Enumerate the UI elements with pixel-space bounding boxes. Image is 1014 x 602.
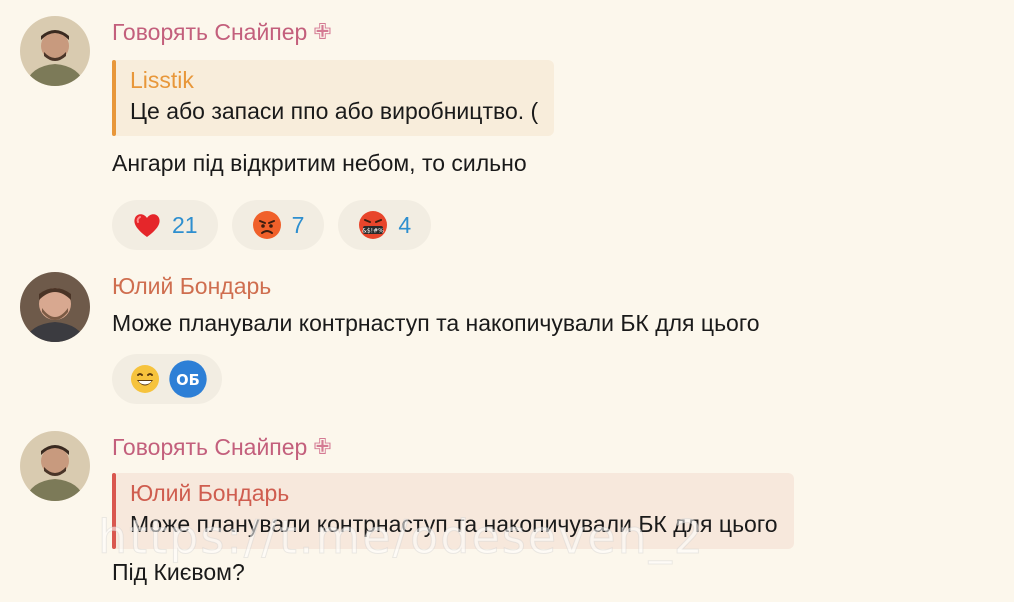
reply-quote[interactable]: Юлий Бондарь Може планували контрнаступ … [112,473,794,549]
avatar[interactable] [20,16,90,86]
ob-avatar-icon: ОБ [169,360,207,398]
reaction-count: 21 [172,211,198,238]
author-name[interactable]: Говорять Снайпер [112,433,307,461]
reaction-heart[interactable]: 21 [112,200,218,250]
reply-quote[interactable]: Lisstik Це або запаси ппо або виробництв… [112,60,555,136]
message-text: Ангари під відкритим небом, то сильно [112,150,527,176]
message-author[interactable]: Говорять Снайпер ✙ [112,18,994,46]
svg-text:ОБ: ОБ [176,372,200,389]
heart-icon [134,214,160,237]
message-text: Під Києвом? [112,559,245,585]
reaction-count: 7 [291,211,305,238]
grinning-face-icon [131,365,159,393]
admin-badge-icon: ✙ [313,19,332,44]
reactions: 21 7 &$!#% 4 [112,200,994,250]
quote-author: Юлий Бондарь [130,480,290,506]
angry-face-icon [252,211,281,239]
author-name[interactable]: Говорять Снайпер [112,18,307,46]
admin-badge-icon: ✙ [313,434,332,459]
reaction-count: 4 [398,211,412,238]
reaction-cursing[interactable]: &$!#% 4 [338,200,432,250]
reaction-angry[interactable]: 7 [231,200,325,250]
message-author[interactable]: Говорять Снайпер ✙ [112,433,994,461]
message-author[interactable]: Юлий Бондарь [112,272,994,300]
cursing-face-icon: &$!#% [359,211,388,239]
quote-author: Lisstik [130,67,194,93]
avatar[interactable] [20,431,90,501]
author-name[interactable]: Юлий Бондарь [112,272,271,300]
quote-text: Це або запаси ппо або виробництво. ( [130,98,539,124]
message-text: Може планували контрнаступ та накопичува… [112,310,760,336]
svg-text:&$!#%: &$!#% [363,228,385,235]
quote-text: Може планували контрнаступ та накопичува… [130,511,778,537]
avatar[interactable] [20,272,90,342]
reaction-grinning[interactable]: ОБ [112,354,222,404]
reactions: ОБ [112,354,994,404]
